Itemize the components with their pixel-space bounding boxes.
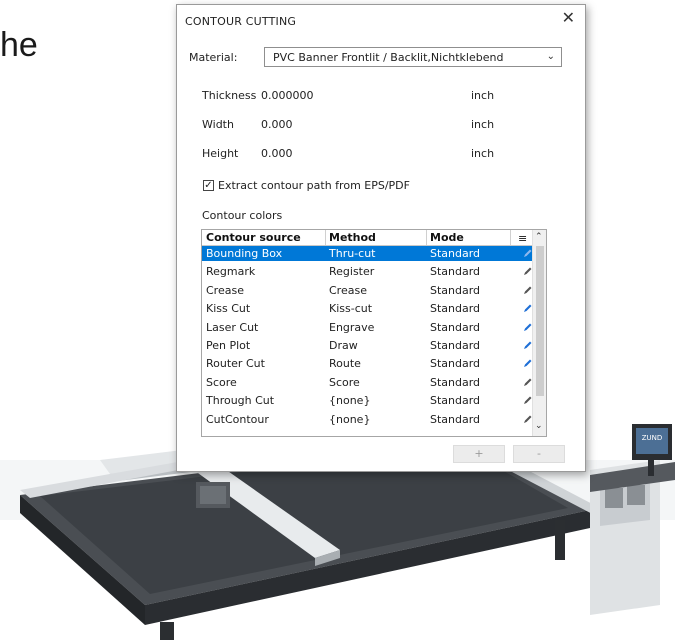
table-row[interactable]: Through Cut {none} Standard xyxy=(202,393,532,408)
cell-mode: Standard xyxy=(430,320,481,334)
cell-contour-source: Pen Plot xyxy=(206,339,251,352)
table-row[interactable]: Crease Crease Standard xyxy=(202,283,532,298)
header-method[interactable]: Method xyxy=(329,231,376,244)
chevron-down-icon: ⌄ xyxy=(546,51,555,62)
cell-mode: Standard xyxy=(430,265,481,279)
cell-contour-source: Through Cut xyxy=(206,394,275,408)
cell-method: {none} xyxy=(329,412,371,426)
width-label: Width xyxy=(202,118,234,131)
column-menu-icon[interactable]: ≡ xyxy=(518,232,527,245)
scroll-down-icon[interactable]: ⌄ xyxy=(535,421,543,431)
cell-method: Score xyxy=(329,375,360,389)
cell-mode: Standard xyxy=(430,375,481,389)
extract-contour-label: Extract contour path from EPS/PDF xyxy=(218,179,410,192)
cell-contour-source: Score xyxy=(206,375,237,389)
table-row[interactable]: Laser Cut Engrave Standard xyxy=(202,320,532,335)
table-row[interactable]: CutContour {none} Standard xyxy=(202,412,532,427)
table-row[interactable]: Kiss Cut Kiss-cut Standard xyxy=(202,301,532,316)
table-row[interactable]: Score Score Standard xyxy=(202,375,532,390)
table-row[interactable]: Regmark Register Standard xyxy=(202,264,532,279)
table-row[interactable]: Bounding Box Thru-cut Standard xyxy=(202,246,532,261)
cell-method: Thru-cut xyxy=(329,247,376,260)
cell-mode: Standard xyxy=(430,394,481,408)
cell-mode: Standard xyxy=(430,283,481,297)
dialog-title: CONTOUR CUTTING xyxy=(185,15,297,28)
add-button[interactable]: + xyxy=(453,445,505,463)
table-header: Contour source Method Mode ≡ xyxy=(202,230,546,246)
table-row[interactable]: Pen Plot Draw Standard xyxy=(202,338,532,353)
cell-method: {none} xyxy=(329,394,371,408)
material-select[interactable]: PVC Banner Frontlit / Backlit,Nichtklebe… xyxy=(264,47,562,67)
header-mode[interactable]: Mode xyxy=(430,231,464,244)
cell-contour-source: CutContour xyxy=(206,412,269,426)
header-contour-source[interactable]: Contour source xyxy=(206,231,301,244)
height-label: Height xyxy=(202,147,239,160)
extract-contour-checkbox[interactable]: ✓ xyxy=(203,180,214,191)
remove-button[interactable]: - xyxy=(513,445,565,463)
cell-contour-source: Kiss Cut xyxy=(206,302,251,316)
thickness-label: Thickness xyxy=(202,89,257,102)
table-scrollbar[interactable]: ⌃ ⌄ xyxy=(532,230,546,436)
close-button[interactable]: ✕ xyxy=(562,10,575,26)
cell-contour-source: Bounding Box xyxy=(206,247,283,260)
cell-method: Kiss-cut xyxy=(329,302,373,316)
width-unit: inch xyxy=(471,118,495,131)
cell-mode: Standard xyxy=(430,247,481,260)
material-label: Material: xyxy=(189,51,238,64)
slide-text: he xyxy=(0,26,38,64)
width-value: 0.000 xyxy=(261,118,293,131)
contour-colors-label: Contour colors xyxy=(202,209,283,222)
cell-contour-source: Router Cut xyxy=(206,357,265,371)
cell-mode: Standard xyxy=(430,339,481,352)
cell-mode: Standard xyxy=(430,302,481,316)
monitor-logo: ZUND xyxy=(642,434,663,442)
contour-cutting-dialog: CONTOUR CUTTING ✕ Material: PVC Banner F… xyxy=(176,4,586,472)
cell-method: Route xyxy=(329,357,361,371)
cell-mode: Standard xyxy=(430,357,481,371)
cell-method: Register xyxy=(329,265,375,279)
cell-contour-source: Regmark xyxy=(206,265,256,279)
cell-contour-source: Crease xyxy=(206,283,244,297)
height-unit: inch xyxy=(471,147,495,160)
thickness-unit: inch xyxy=(471,89,495,102)
cell-method: Engrave xyxy=(329,320,375,334)
thickness-value: 0.000000 xyxy=(261,89,314,102)
height-value: 0.000 xyxy=(261,147,293,160)
cell-contour-source: Laser Cut xyxy=(206,320,259,334)
material-select-value: PVC Banner Frontlit / Backlit,Nichtklebe… xyxy=(273,51,504,64)
table-row[interactable]: Router Cut Route Standard xyxy=(202,356,532,371)
contour-table: Contour source Method Mode ≡ Bounding Bo… xyxy=(201,229,547,437)
scroll-up-icon[interactable]: ⌃ xyxy=(535,232,543,242)
scrollbar-thumb[interactable] xyxy=(536,246,544,396)
cell-method: Crease xyxy=(329,283,367,297)
cell-mode: Standard xyxy=(430,412,481,426)
cell-method: Draw xyxy=(329,339,358,352)
